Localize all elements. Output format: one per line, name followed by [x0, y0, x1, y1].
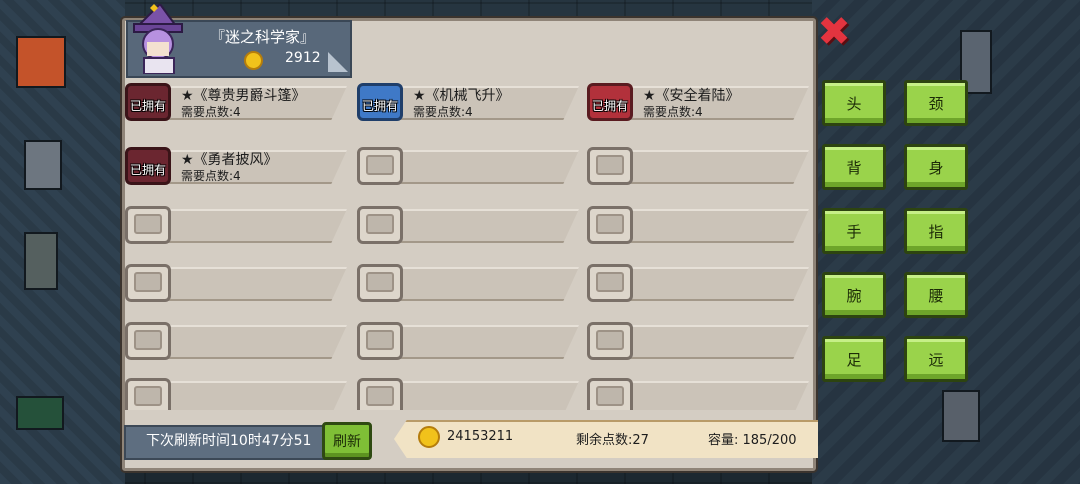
- refresh-timer-text: 下次刷新时间10时47分51: [146, 433, 312, 449]
- owned-tag: 已拥有: [130, 163, 167, 177]
- empty-slot[interactable]: [587, 147, 809, 185]
- cloak-icon: 已拥有: [125, 83, 171, 121]
- owned-tag: 已拥有: [130, 99, 167, 113]
- machine-prop: [942, 390, 980, 442]
- category-body-button[interactable]: 身: [904, 144, 968, 190]
- close-icon[interactable]: ✖: [817, 12, 851, 52]
- refresh-button[interactable]: 刷新: [322, 422, 372, 460]
- empty-slot[interactable]: [587, 206, 809, 244]
- slot-bar: [151, 381, 347, 410]
- empty-slot[interactable]: [357, 264, 579, 302]
- slot-bar: [613, 209, 809, 243]
- category-foot-button[interactable]: 足: [822, 336, 886, 382]
- category-neck-button[interactable]: 颈: [904, 80, 968, 126]
- category-wrist-button[interactable]: 腕: [822, 272, 886, 318]
- npc-sprite: [24, 140, 62, 190]
- mechanical-wings-icon: 已拥有: [357, 83, 403, 121]
- slot-bar: [383, 150, 579, 184]
- vase-prop: [24, 232, 58, 290]
- slot-bar: [613, 325, 809, 359]
- item-slot[interactable]: 已拥有 ★《尊贵男爵斗篷》 需要点数:4: [125, 83, 347, 121]
- slot-bar: [383, 381, 579, 410]
- empty-slot-icon: [125, 322, 171, 360]
- empty-slot-icon: [587, 206, 633, 244]
- owned-tag: 已拥有: [362, 99, 399, 113]
- slot-bar: [151, 325, 347, 359]
- category-ranged-button[interactable]: 远: [904, 336, 968, 382]
- empty-slot-icon: [587, 264, 633, 302]
- slot-bar: [613, 381, 809, 410]
- slot-bar: [151, 209, 347, 243]
- merchant-name: 『迷之科学家』: [210, 28, 316, 46]
- slot-bar: [613, 267, 809, 301]
- category-head-button[interactable]: 头: [822, 80, 886, 126]
- capacity: 容量: 185/200: [708, 433, 797, 448]
- item-name: ★《勇者披风》: [181, 152, 278, 168]
- parachute-icon: 已拥有: [587, 83, 633, 121]
- empty-slot-icon: [357, 378, 403, 410]
- player-gold: 24153211: [447, 429, 514, 444]
- empty-slot-icon: [357, 322, 403, 360]
- empty-slot-icon: [357, 206, 403, 244]
- empty-slot[interactable]: [587, 264, 809, 302]
- item-slot[interactable]: 已拥有 ★《安全着陆》 需要点数:4: [587, 83, 809, 121]
- merchant-gold: 2912: [285, 50, 321, 66]
- category-waist-button[interactable]: 腰: [904, 272, 968, 318]
- remaining-points: 剩余点数:27: [576, 433, 649, 448]
- empty-slot-icon: [587, 322, 633, 360]
- empty-slot[interactable]: [357, 206, 579, 244]
- empty-slot-icon: [125, 378, 171, 410]
- slot-bar: [613, 150, 809, 184]
- empty-slot[interactable]: [587, 322, 809, 360]
- empty-slot[interactable]: [125, 264, 347, 302]
- item-cost: 需要点数:4: [413, 105, 473, 119]
- item-name: ★《机械飞升》: [413, 88, 510, 104]
- item-name: ★《尊贵男爵斗篷》: [181, 88, 306, 104]
- category-hand-button[interactable]: 手: [822, 208, 886, 254]
- empty-slot-icon: [587, 378, 633, 410]
- hero-cape-icon: 已拥有: [125, 147, 171, 185]
- item-name: ★《安全着陆》: [643, 88, 740, 104]
- empty-slot[interactable]: [587, 378, 809, 410]
- item-slot[interactable]: 已拥有 ★《机械飞升》 需要点数:4: [357, 83, 579, 121]
- owned-tag: 已拥有: [592, 99, 629, 113]
- coin-icon: [418, 426, 440, 448]
- empty-slot-icon: [125, 264, 171, 302]
- item-slot[interactable]: 已拥有 ★《勇者披风》 需要点数:4: [125, 147, 347, 185]
- slot-bar: [383, 325, 579, 359]
- slot-bar: [151, 267, 347, 301]
- banner-fold: [328, 52, 348, 72]
- coin-icon: [244, 51, 263, 70]
- item-cost: 需要点数:4: [643, 105, 703, 119]
- empty-slot-icon: [357, 264, 403, 302]
- empty-slot-icon: [587, 147, 633, 185]
- empty-slot[interactable]: [357, 378, 579, 410]
- empty-slot[interactable]: [125, 378, 347, 410]
- empty-slot[interactable]: [125, 206, 347, 244]
- slot-bar: [383, 209, 579, 243]
- item-grid: 已拥有 ★《尊贵男爵斗篷》 需要点数:4 已拥有 ★《机械飞升》 需要点数:4 …: [125, 80, 809, 410]
- empty-slot-icon: [125, 206, 171, 244]
- console-prop: [16, 396, 64, 430]
- empty-slot-icon: [357, 147, 403, 185]
- item-cost: 需要点数:4: [181, 105, 241, 119]
- category-back-button[interactable]: 背: [822, 144, 886, 190]
- empty-slot[interactable]: [357, 322, 579, 360]
- empty-slot[interactable]: [357, 147, 579, 185]
- slot-bar: [383, 267, 579, 301]
- category-finger-button[interactable]: 指: [904, 208, 968, 254]
- merchant-avatar: [133, 4, 183, 74]
- item-cost: 需要点数:4: [181, 169, 241, 183]
- furnace-prop: [16, 36, 66, 88]
- empty-slot[interactable]: [125, 322, 347, 360]
